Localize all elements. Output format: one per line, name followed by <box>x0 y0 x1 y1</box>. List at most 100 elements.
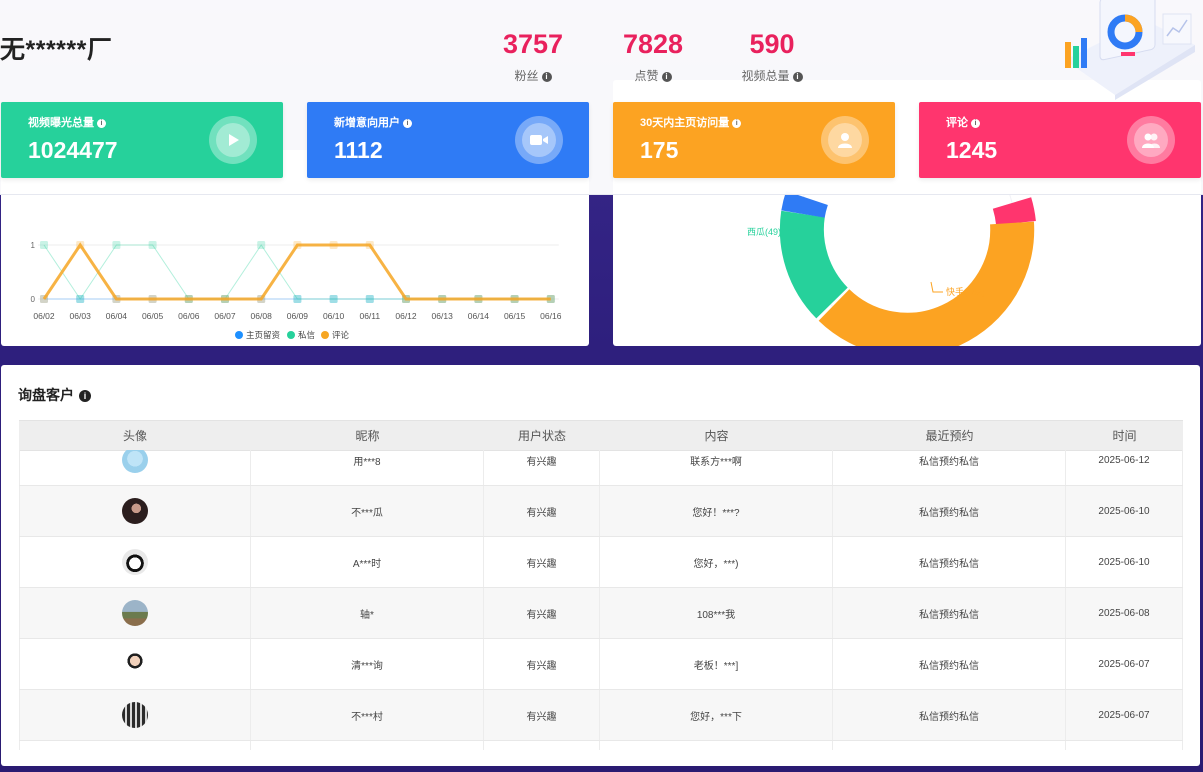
table-row[interactable] <box>19 741 1183 750</box>
nickname-cell: A***时 <box>251 537 484 587</box>
info-icon[interactable]: i <box>79 390 91 403</box>
col-nickname[interactable]: 昵称 <box>251 421 484 450</box>
kpi-likes-value: 7828 <box>622 29 684 59</box>
kpi-fans-label: 粉丝 <box>514 69 539 83</box>
avatar-cell <box>19 537 251 587</box>
info-icon[interactable]: i <box>732 118 742 128</box>
data-point <box>365 295 374 303</box>
col-booking[interactable]: 最近预约 <box>833 421 1066 450</box>
play-icon <box>209 116 257 164</box>
booking-cell: 私信预约私信 <box>833 486 1066 536</box>
x-tick-label: 06/07 <box>214 311 236 321</box>
user-icon <box>821 116 869 164</box>
table-row[interactable]: 用***8 有兴趣 联系方***啊 私信预约私信 2025-06-12 <box>19 450 1183 486</box>
data-point <box>257 241 266 249</box>
info-icon[interactable]: i <box>792 71 803 82</box>
card-profile-visits-title: 30天内主页访问量 <box>640 117 730 129</box>
table-row[interactable]: 不***瓜 有兴趣 您好！***? 私信预约私信 2025-06-10 <box>19 486 1183 537</box>
x-tick-label: 06/09 <box>287 311 309 321</box>
content-cell: 您好，***下 <box>600 690 833 740</box>
card-comments-value: 1245 <box>946 137 998 163</box>
card-new-leads-value: 1112 <box>334 137 383 163</box>
nickname-cell: 轴* <box>251 588 484 638</box>
data-point <box>438 295 447 303</box>
avatar[interactable] <box>122 600 148 626</box>
col-time[interactable]: 时间 <box>1066 421 1183 450</box>
x-tick-label: 06/04 <box>106 311 128 321</box>
card-new-leads[interactable]: 新增意向用户 i 1112 <box>307 102 589 178</box>
avatar-cell <box>19 486 251 536</box>
col-content[interactable]: 内容 <box>600 421 833 450</box>
avatar[interactable] <box>122 450 148 473</box>
card-profile-visits[interactable]: 30天内主页访问量 i 175 <box>613 102 895 178</box>
col-status[interactable]: 用户状态 <box>484 421 600 450</box>
avatar[interactable] <box>122 651 148 677</box>
info-icon[interactable]: i <box>971 118 980 128</box>
data-point <box>112 241 121 249</box>
booking-cell: 私信预约私信 <box>833 588 1066 638</box>
info-icon[interactable]: i <box>403 118 412 128</box>
card-video-exposure[interactable]: 视频曝光总量 i 1024477 <box>1 102 283 178</box>
booking-cell: 私信预约私信 <box>833 537 1066 587</box>
legend-marker <box>235 331 243 339</box>
x-tick-label: 06/02 <box>33 311 55 321</box>
data-point <box>546 295 555 303</box>
content-cell: 老板！***] <box>600 639 833 689</box>
booking-cell: 私信预约私信 <box>833 450 1066 485</box>
avatar-cell <box>19 690 251 740</box>
card-profile-visits-value: 175 <box>640 137 679 163</box>
status-cell <box>484 741 600 750</box>
legend-marker <box>321 331 329 339</box>
time-cell: 2025-06-10 <box>1066 486 1183 536</box>
data-point <box>40 241 48 249</box>
booking-cell: 私信预约私信 <box>833 639 1066 689</box>
x-tick-label: 06/06 <box>178 311 200 321</box>
x-tick-label: 06/03 <box>70 311 92 321</box>
x-tick-label: 06/08 <box>251 311 273 321</box>
table-body[interactable]: 用***8 有兴趣 联系方***啊 私信预约私信 2025-06-12 不***瓜 有兴趣您… <box>19 450 1183 750</box>
x-tick-label: 06/15 <box>504 311 526 321</box>
info-icon[interactable]: i <box>541 71 552 82</box>
data-point <box>76 295 85 303</box>
nickname-cell: 清***询 <box>251 639 484 689</box>
table-row[interactable]: 不***村 有兴趣 您好，***下 私信预约私信 2025-06-07 <box>19 690 1183 741</box>
nickname-cell <box>251 741 484 750</box>
card-comments[interactable]: 评论 i 1245 <box>919 102 1201 178</box>
donut-segment-kuaishou <box>818 221 1035 346</box>
data-point <box>510 295 519 303</box>
avatar-cell <box>19 450 251 485</box>
table-row[interactable]: A***时 有兴趣 您好，***) 私信预约私信 2025-06-10 <box>19 537 1183 588</box>
x-tick-label: 06/11 <box>359 311 380 321</box>
status-cell: 有兴趣 <box>484 486 600 536</box>
y-tick-label: 0 <box>31 295 36 304</box>
col-avatar[interactable]: 头像 <box>19 421 251 450</box>
info-icon[interactable]: i <box>661 71 672 82</box>
status-cell: 有兴趣 <box>484 450 600 485</box>
legend-label: 主页留资 <box>246 330 281 340</box>
kpi-videos-value: 590 <box>749 29 795 59</box>
data-point <box>365 241 374 249</box>
donut-segment-pink <box>992 197 1036 226</box>
kpi-fans: 3757 粉丝 i <box>501 30 565 84</box>
table-header: 头像 昵称 用户状态 内容 最近预约 时间 <box>19 420 1183 451</box>
data-point <box>329 241 338 249</box>
booking-cell: 私信预约私信 <box>833 690 1066 740</box>
avatar[interactable] <box>122 702 148 728</box>
account-name: 无******厂 <box>0 36 113 64</box>
data-point <box>474 295 483 303</box>
avatar[interactable] <box>122 498 148 524</box>
time-cell: 2025-06-12 <box>1066 450 1183 485</box>
info-icon[interactable]: i <box>97 118 106 128</box>
avatar-cell <box>19 741 251 750</box>
content-cell: 108***我 <box>600 588 833 638</box>
series-line-2 <box>42 242 551 301</box>
x-tick-label: 06/16 <box>540 311 562 321</box>
status-cell: 有兴趣 <box>484 537 600 587</box>
kpi-likes: 7828 点赞 i <box>620 30 686 84</box>
table-row[interactable]: 清***询 有兴趣 老板！***] 私信预约私信 2025-06-07 <box>19 639 1183 690</box>
x-tick-label: 06/05 <box>142 311 164 321</box>
users-icon <box>1127 116 1175 164</box>
avatar[interactable] <box>122 549 148 575</box>
table-row[interactable]: 轴* 有兴趣 108***我 私信预约私信 2025-06-08 <box>19 588 1183 639</box>
kpi-videos-label: 视频总量 <box>741 69 790 83</box>
